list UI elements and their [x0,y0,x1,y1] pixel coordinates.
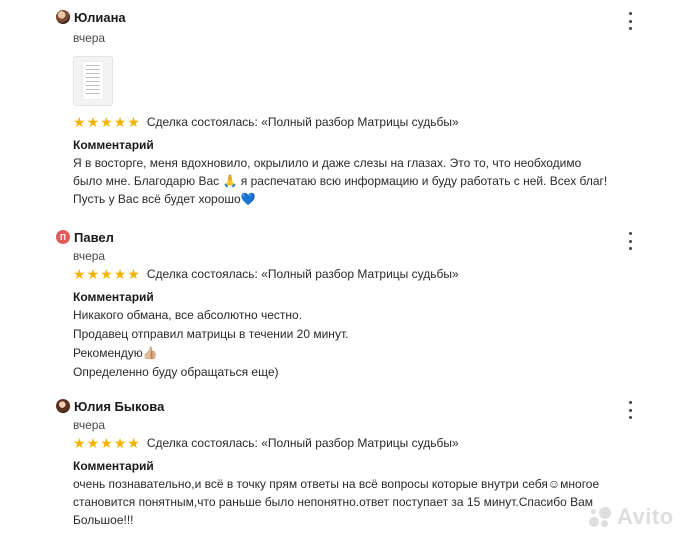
more-options-icon[interactable] [624,401,636,419]
comment-label: Комментарий [73,290,154,304]
comment-text: очень познавательно,и всё в точку прям о… [73,475,643,529]
star-icon: ★ [73,114,86,130]
star-icon: ★ [113,435,127,451]
watermark-text: Avito [617,504,674,529]
comment-line: Я в восторге, меня вдохновило, окрылило … [73,156,582,170]
star-icon: ★ [127,266,140,282]
review-date: вчера [73,31,106,45]
comment-line: Определенно буду обращаться еще) [73,365,279,379]
review-card: П Павел вчера ★ ★ ★ ★ ★ Сделка состоялас… [0,226,694,379]
more-options-icon[interactable] [624,12,636,30]
comment-text: Никакого обмана, все абсолютно честно. П… [73,306,643,382]
avatar[interactable] [56,10,70,24]
deal-row: ★ ★ ★ ★ ★ Сделка состоялась: «Полный раз… [73,266,459,282]
comment-line: было мне. Благодарю Вас 🙏 я распечатаю в… [73,174,608,188]
star-icon: ★ [113,114,127,130]
author-name[interactable]: Юлия Быкова [74,399,164,414]
author-name[interactable]: Юлиана [74,10,126,25]
deal-status: Сделка состоялась: «Полный разбор Матриц… [146,267,459,281]
comment-line: Пусть у Вас всё будет хорошо💙 [73,192,256,206]
rating-stars: ★ ★ ★ ★ ★ [73,436,140,450]
star-icon: ★ [100,266,113,282]
star-icon: ★ [100,114,113,130]
review-card: Юлия Быкова вчера ★ ★ ★ ★ ★ Сделка состо… [0,395,694,527]
star-icon: ★ [127,114,140,130]
review-date: вчера [73,418,106,432]
avito-watermark: Avito [587,503,694,531]
avatar[interactable] [56,399,70,413]
comment-line: Продавец отправил матрицы в течении 20 м… [73,327,349,341]
avito-logo-icon [587,505,613,529]
rating-stars: ★ ★ ★ ★ ★ [73,267,140,281]
star-icon: ★ [86,114,100,130]
comment-line: очень познавательно,и всё в точку прям о… [73,477,600,491]
rating-stars: ★ ★ ★ ★ ★ [73,115,140,129]
star-icon: ★ [113,266,127,282]
star-icon: ★ [100,435,113,451]
review-date: вчера [73,249,106,263]
comment-line: Никакого обмана, все абсолютно честно. [73,308,303,322]
star-icon: ★ [73,435,86,451]
review-header: Юлиана [0,6,694,30]
comment-label: Комментарий [73,459,154,473]
comment-line: становится понятным,что раньше было непо… [73,495,594,509]
author-name[interactable]: Павел [74,230,114,245]
star-icon: ★ [73,266,86,282]
document-image [83,62,103,99]
review-header: П Павел [0,226,694,250]
review-photo-thumbnail[interactable] [73,56,113,106]
deal-row: ★ ★ ★ ★ ★ Сделка состоялась: «Полный раз… [73,114,459,130]
deal-status: Сделка состоялась: «Полный разбор Матриц… [146,436,459,450]
review-card: Юлиана вчера ★ ★ ★ ★ ★ Сделка состоялась… [0,6,694,206]
comment-line: Большое!!! [73,513,134,527]
deal-status: Сделка состоялась: «Полный разбор Матриц… [146,115,459,129]
star-icon: ★ [127,435,140,451]
comment-text: Я в восторге, меня вдохновило, окрылило … [73,154,643,208]
star-icon: ★ [86,266,100,282]
more-options-icon[interactable] [624,232,636,250]
review-header: Юлия Быкова [0,395,694,419]
deal-row: ★ ★ ★ ★ ★ Сделка состоялась: «Полный раз… [73,435,459,451]
comment-line: Рекомендую👍🏼 [73,346,158,360]
avatar[interactable]: П [56,230,70,244]
star-icon: ★ [86,435,100,451]
comment-label: Комментарий [73,138,154,152]
